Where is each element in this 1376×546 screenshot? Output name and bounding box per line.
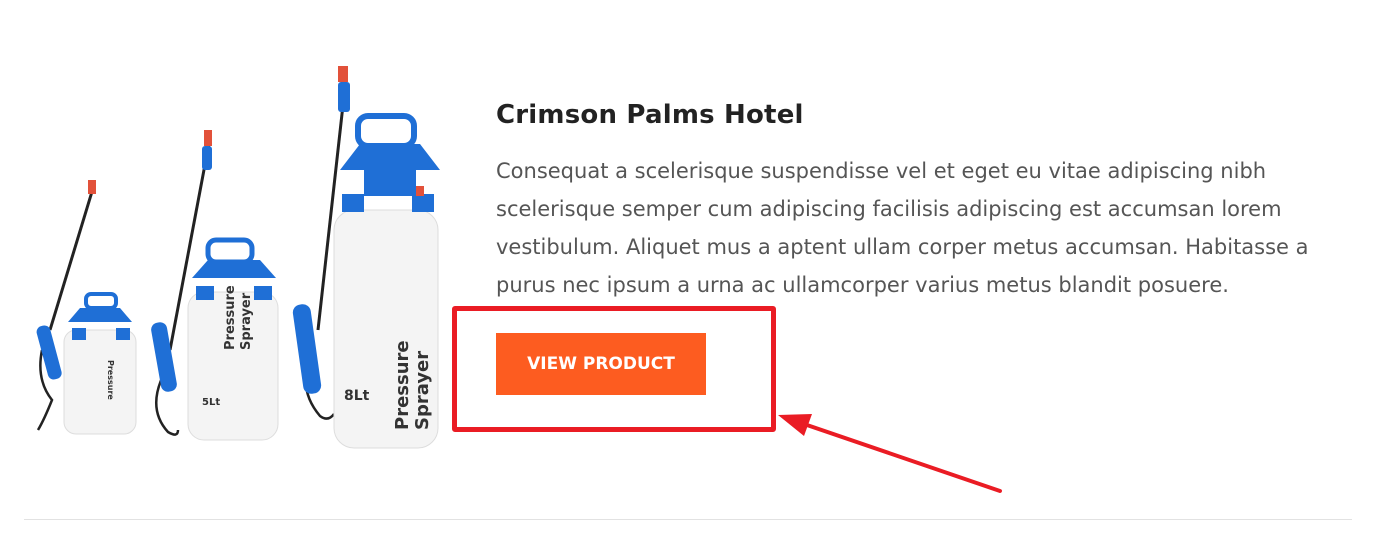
annotation-highlight-box (452, 306, 776, 432)
section-divider (24, 519, 1352, 520)
medium-sprayer: 5Lt Pressure Sprayer (151, 130, 279, 441)
large-sprayer: 8Lt Pressure Sprayer (292, 66, 440, 449)
large-brand-label: Pressure (392, 340, 413, 430)
medium-brand-label-2: Sprayer (239, 292, 254, 350)
product-description: Consequat a scelerisque suspendisse vel … (496, 159, 1309, 297)
large-volume-label: 8Lt (344, 388, 370, 404)
product-image: Pressure 5Lt Pressure Sprayer 8Lt Pressu… (28, 60, 448, 460)
annotation-arrow-icon (778, 414, 1002, 493)
small-sprayer: Pressure (36, 180, 137, 435)
product-title: Crimson Palms Hotel (496, 100, 804, 130)
medium-brand-label: Pressure (223, 285, 238, 350)
small-sprayer-label: Pressure (106, 360, 115, 400)
large-brand-label-2: Sprayer (412, 351, 433, 430)
medium-volume-label: 5Lt (202, 397, 220, 408)
